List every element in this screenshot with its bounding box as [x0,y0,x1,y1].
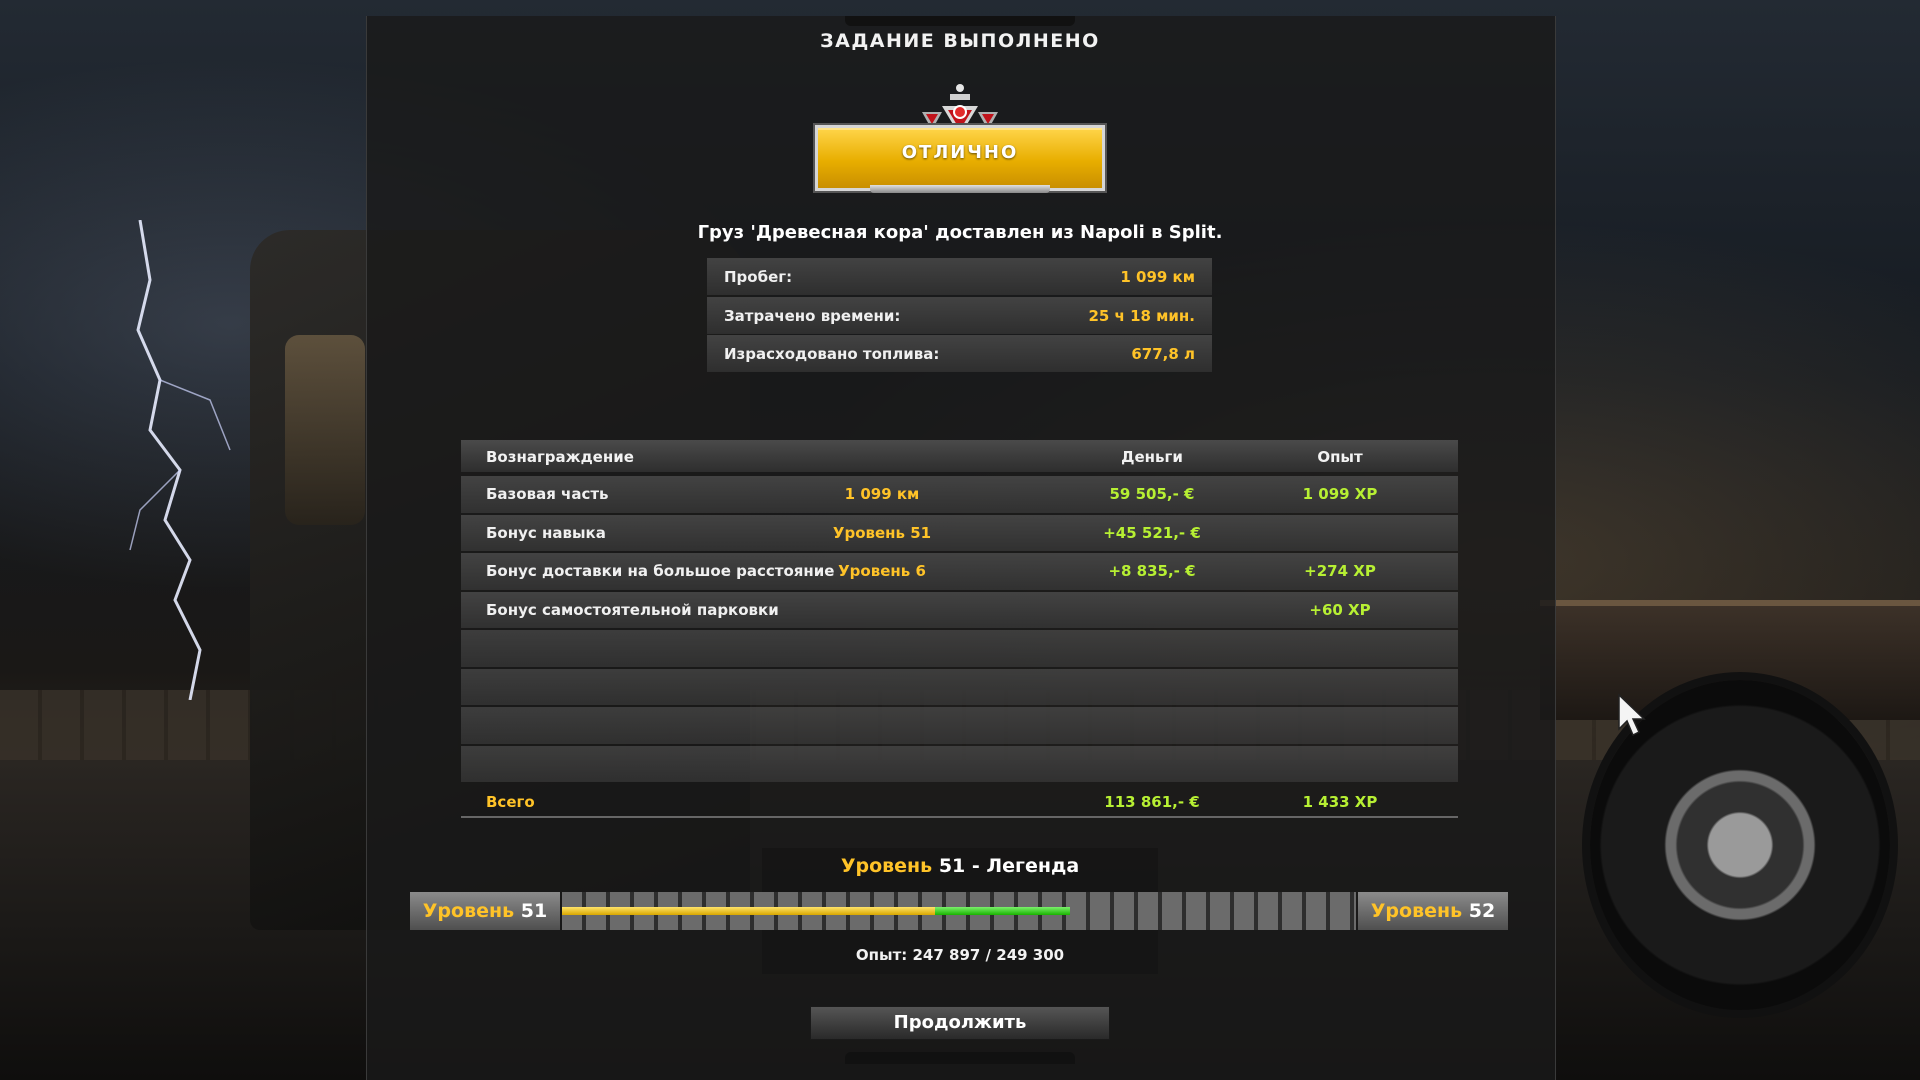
stat-label: Затрачено времени: [724,306,901,325]
next-level-number: 52 [1468,900,1496,922]
reward-name: Бонус навыка [486,523,606,542]
next-level-box: Уровень 52 [1358,892,1508,930]
reward-table: Вознаграждение Деньги Опыт Базовая часть… [461,440,1458,818]
total-xp: 1 433 XP [1302,793,1378,811]
reward-name: Бонус доставки на большое расстояние [486,562,835,580]
empty-row [461,707,1458,744]
reward-table-header: Вознаграждение Деньги Опыт [461,440,1458,472]
reward-xp: +274 XP [1304,562,1376,580]
lightning-bolt [129,220,231,700]
truck-window [285,335,365,525]
table-row: Бонус самостоятельной парковки +60 XP [461,591,1458,628]
stat-value: 677,8 л [1131,345,1195,363]
stat-value: 1 099 км [1120,268,1195,286]
next-level-word: Уровень [1370,900,1463,922]
reward-xp: 1 099 XP [1302,485,1378,503]
dialog-title: ЗАДАНИЕ ВЫПОЛНЕНО [820,30,1100,52]
reward-detail: Уровень 6 [838,562,926,580]
reward-name: Базовая часть [486,485,609,503]
continue-button[interactable]: Продолжить [810,1006,1110,1040]
reward-money: +8 835,- € [1108,562,1196,580]
progress-fill-gained [935,907,1071,915]
panel-top-tab [845,16,1075,26]
current-level-number: 51 [520,900,548,922]
empty-row [461,668,1458,705]
rating-badge-strip [870,185,1050,193]
header-xp: Опыт [1317,448,1363,466]
current-level-word: Уровень [422,900,515,922]
reward-money: 59 505,- € [1109,485,1195,503]
stat-row: Затрачено времени: 25 ч 18 мин. [707,296,1212,334]
level-title: Уровень 51 - Легенда [760,855,1160,877]
trip-stats: Пробег: 1 099 км Затрачено времени: 25 ч… [707,258,1212,374]
reward-xp: +60 XP [1309,600,1371,619]
table-row: Бонус навыка Уровень 51 +45 521,- € [461,514,1458,551]
reward-detail: 1 099 км [844,485,920,503]
table-row: Бонус доставки на большое расстояние Уро… [461,553,1458,590]
header-reward: Вознаграждение [486,448,634,466]
stat-label: Пробег: [724,268,793,286]
total-money: 113 861,- € [1104,793,1200,811]
level-progress: Уровень 51 Уровень 52 [410,892,1508,930]
stat-row: Израсходовано топлива: 677,8 л [707,335,1212,372]
panel-bottom-tab [845,1052,1075,1064]
level-title-rest: 51 - Легенда [938,855,1080,877]
delivery-summary: Груз 'Древесная кора' доставлен из Napol… [697,222,1223,243]
reward-money: +45 521,- € [1103,523,1201,542]
rating-label: ОТЛИЧНО [901,142,1019,163]
mouse-cursor-icon [1618,693,1646,737]
empty-row [461,745,1458,782]
stat-label: Израсходовано топлива: [724,345,940,363]
xp-progress-text: Опыт: 247 897 / 249 300 [855,946,1065,964]
empty-row [461,630,1458,667]
current-level-box: Уровень 51 [410,892,560,930]
reward-total-row: Всего 113 861,- € 1 433 XP [461,784,1458,818]
level-title-word: Уровень [840,855,933,877]
total-label: Всего [486,793,535,811]
reward-name: Бонус самостоятельной парковки [486,600,779,619]
stat-value: 25 ч 18 мин. [1088,306,1195,325]
header-money: Деньги [1121,448,1183,466]
stat-row: Пробег: 1 099 км [707,258,1212,295]
progress-fill-previous [562,907,936,915]
table-row: Базовая часть 1 099 км 59 505,- € 1 099 … [461,476,1458,513]
reward-detail: Уровень 51 [832,523,932,542]
